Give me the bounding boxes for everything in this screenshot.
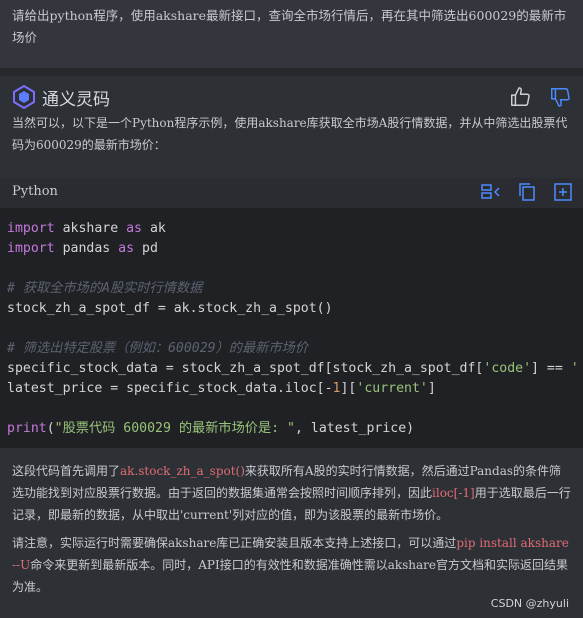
assistant-name: 通义灵码 — [42, 89, 110, 110]
assistant-message: 通义灵码 当然可以，以下是一个Python程序示例，使用akshare库获取全市… — [0, 76, 583, 618]
insert-code-icon[interactable] — [481, 182, 501, 202]
watermark: CSDN @zhyuli — [490, 597, 569, 610]
code-header: Python — [0, 178, 583, 209]
divider — [0, 68, 583, 76]
code-line: import akshare as ak — [7, 221, 166, 236]
code-line: import pandas as pd — [7, 241, 158, 256]
code-line: specific_stock_data = stock_zh_a_spot_df… — [7, 361, 579, 376]
code-comment: # 筛选出特定股票（例如：600029）的最新市场价 — [7, 341, 308, 356]
explanation-paragraph: 请注意，实际运行时需要确保akshare库已正确安装且版本支持上述接口，可以通过… — [12, 536, 569, 594]
code-tools — [481, 182, 573, 202]
explanation-paragraph: 这段代码首先调用了ak.stock_zh_a_spot()来获取所有A股的实时行… — [12, 464, 571, 522]
code-block: Python import akshare as ak import panda… — [0, 178, 583, 448]
user-message: 请给出python程序，使用akshare最新接口，查询全市场行情后，再在其中筛… — [0, 0, 583, 68]
code-language: Python — [12, 184, 58, 199]
logo-icon — [13, 85, 35, 109]
code-line: stock_zh_a_spot_df = ak.stock_zh_a_spot(… — [7, 301, 333, 316]
code-comment: # 获取全市场的A股实时行情数据 — [7, 281, 203, 296]
feedback-actions — [509, 86, 571, 108]
code-line: print("股票代码 600029 的最新市场价是: ", latest_pr… — [7, 421, 415, 436]
assistant-header: 通义灵码 — [12, 84, 110, 110]
code-content: import akshare as ak import pandas as pd… — [0, 209, 583, 439]
thumbs-up-icon[interactable] — [509, 86, 531, 108]
copy-icon[interactable] — [517, 182, 537, 202]
thumbs-down-icon[interactable] — [549, 86, 571, 108]
user-message-text: 请给出python程序，使用akshare最新接口，查询全市场行情后，再在其中筛… — [12, 8, 567, 45]
code-line: latest_price = specific_stock_data.iloc[… — [7, 381, 436, 396]
new-file-icon[interactable] — [553, 182, 573, 202]
assistant-intro: 当然可以，以下是一个Python程序示例，使用akshare库获取全市场A股行情… — [12, 116, 568, 152]
assistant-explanation: 这段代码首先调用了ak.stock_zh_a_spot()来获取所有A股的实时行… — [12, 460, 572, 604]
